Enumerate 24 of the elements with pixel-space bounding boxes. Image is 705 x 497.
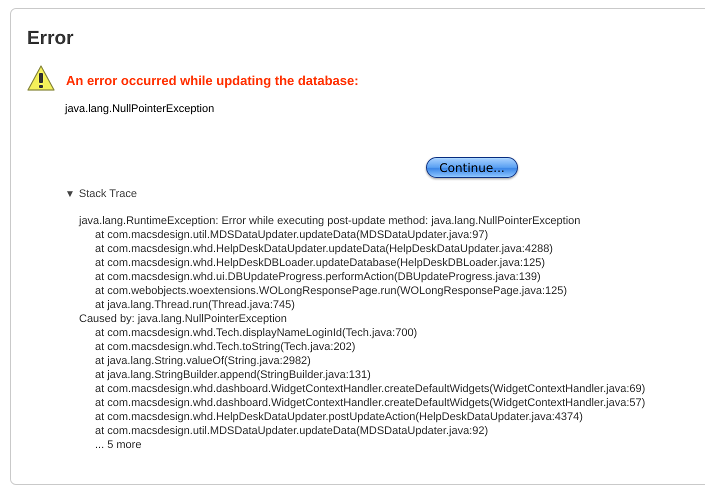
stack-frame: ... 5 more — [95, 439, 142, 451]
stack-frame: at java.lang.StringBuilder.append(StringBuilder.java:131) — [95, 369, 371, 381]
exception-line: Caused by: java.lang.NullPointerException — [79, 313, 287, 325]
stack-frame: at com.macsdesign.whd.HelpDeskDataUpdater.updateData(HelpDeskDataUpdater.java:4288) — [95, 243, 553, 255]
stack-trace-toggle[interactable]: Stack Trace — [78, 188, 137, 200]
page-title: Error — [27, 27, 74, 51]
stack-frame: at com.macsdesign.whd.ui.DBUpdateProgress.performAction(DBUpdateProgress.java:139) — [95, 271, 541, 283]
stack-frame: at java.lang.String.valueOf(String.java:2982) — [95, 355, 311, 367]
stack-frame: at com.macsdesign.util.MDSDataUpdater.updateData(MDSDataUpdater.java:97) — [95, 229, 488, 241]
stack-frame: at com.macsdesign.util.MDSDataUpdater.updateData(MDSDataUpdater.java:92) — [95, 425, 488, 437]
stack-frame: at com.macsdesign.whd.dashboard.WidgetContextHandler.createDefaultWidgets(WidgetContextHandler.java:69) — [95, 383, 646, 395]
exception-name: java.lang.NullPointerException — [65, 103, 214, 115]
continue-button[interactable]: Continue... — [426, 157, 518, 178]
disclosure-icon[interactable]: ▼ — [65, 188, 75, 200]
stack-frame: at com.macsdesign.whd.HelpDeskDataUpdater.postUpdateAction(HelpDeskDataUpdater.java:4374) — [95, 411, 583, 423]
warning-icon — [27, 64, 55, 92]
stack-frame: at com.macsdesign.whd.HelpDeskDBLoader.updateDatabase(HelpDeskDBLoader.java:125) — [95, 257, 546, 269]
stack-frame: at com.macsdesign.whd.dashboard.WidgetContextHandler.createDefaultWidgets(WidgetContextHandler.java:57) — [95, 397, 646, 409]
error-message: An error occurred while updating the database: — [66, 72, 359, 88]
stack-frame: at java.lang.Thread.run(Thread.java:745) — [95, 299, 295, 311]
stack-frame: at com.webobjects.woextensions.WOLongResponsePage.run(WOLongResponsePage.java:125) — [95, 285, 568, 297]
stack-frame: at com.macsdesign.whd.Tech.displayNameLoginId(Tech.java:700) — [95, 327, 418, 339]
exception-line: java.lang.RuntimeException: Error while executing post-update method: java.lang.NullPointerException — [79, 215, 580, 227]
stack-frame: at com.macsdesign.whd.Tech.toString(Tech.java:202) — [95, 341, 356, 353]
